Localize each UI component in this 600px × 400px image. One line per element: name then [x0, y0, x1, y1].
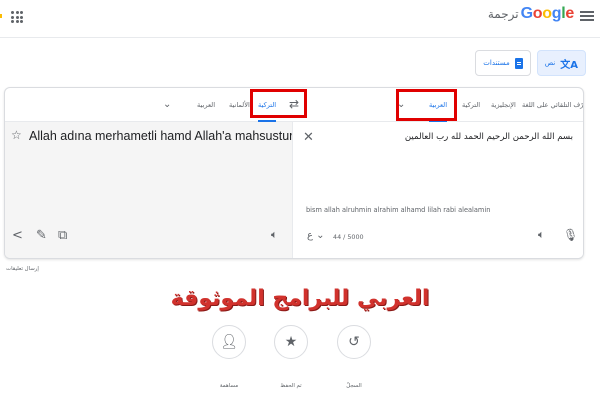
source-pane: ✕ بسم الله الرحمن الرحيم الحمد لله رب ال…	[292, 122, 583, 258]
clear-text-icon[interactable]: ✕	[303, 130, 314, 145]
watermark-text: العربي للبرامج الموثوقة	[170, 286, 430, 311]
source-lang-turkish[interactable]: التركية	[462, 88, 480, 122]
source-lang-english[interactable]: الإنجليزية	[491, 88, 516, 122]
star-icon: ★	[284, 334, 298, 350]
edge-accent	[0, 14, 2, 18]
contribute-button[interactable]: 👤︎	[212, 325, 246, 359]
saved-label: تم الحفظ	[280, 383, 302, 389]
target-speaker-icon[interactable]: 🔈︎	[271, 228, 278, 242]
contribute-label: مساهمة	[219, 383, 239, 389]
highlight-box-target-lang	[250, 89, 307, 118]
target-lang-arabic[interactable]: العربية	[197, 88, 215, 122]
history-label: السجلّ	[346, 383, 362, 389]
target-pane: ☆ Allah adına merhametli hamd Allah'a ma…	[5, 122, 294, 258]
history-icon: ↺	[348, 334, 360, 350]
input-tool-label: ع	[307, 230, 313, 241]
star-icon[interactable]: ☆	[11, 128, 22, 142]
top-app-bar: ترجمة Google	[0, 0, 600, 38]
saved-button[interactable]: ★	[274, 325, 308, 359]
apps-grid-icon[interactable]	[11, 11, 23, 23]
input-tools-icon[interactable]: ع ⌄	[307, 230, 325, 241]
detect-language[interactable]: التعرّف التلقائي على اللغة	[522, 88, 583, 122]
product-name: ترجمة	[487, 7, 519, 21]
microphone-icon[interactable]: 🎙︎	[563, 228, 578, 242]
send-feedback-link[interactable]: إرسال تعليقات	[6, 266, 39, 272]
source-speaker-icon[interactable]: 🔈︎	[538, 228, 545, 242]
documents-mode-button[interactable]: مستندات	[475, 50, 531, 76]
target-lang-german[interactable]: الألمانية	[229, 88, 250, 122]
source-transliteration: bism allah alruhmin alrahim alhamd lilah…	[306, 206, 491, 214]
translate-icon: 文A	[560, 59, 578, 71]
history-button[interactable]: ↺	[337, 325, 371, 359]
pencil-icon[interactable]: ✎	[36, 228, 47, 243]
google-wordmark: Google	[520, 5, 575, 22]
source-textarea[interactable]: بسم الله الرحمن الرحيم الحمد لله رب العا…	[333, 132, 573, 142]
mode-switcher: مستندات نص 文A	[475, 50, 586, 76]
target-language-dropdown-chevron-icon[interactable]: ⌄	[163, 88, 171, 122]
character-counter: 44 / 5000	[333, 233, 364, 241]
copy-icon[interactable]: ⧉	[58, 228, 67, 243]
people-icon: 👤︎	[220, 334, 238, 350]
google-translate-logo[interactable]: ترجمة Google	[488, 5, 574, 27]
document-icon	[514, 57, 523, 69]
translated-text: Allah adına merhametli hamd Allah'a mahs…	[29, 129, 294, 143]
highlight-box-source-lang	[396, 89, 457, 121]
share-icon[interactable]: <	[12, 228, 23, 243]
documents-mode-label: مستندات	[483, 59, 510, 67]
hamburger-icon[interactable]	[580, 9, 594, 23]
text-mode-label: نص	[544, 59, 556, 67]
text-mode-button[interactable]: نص 文A	[536, 50, 586, 76]
